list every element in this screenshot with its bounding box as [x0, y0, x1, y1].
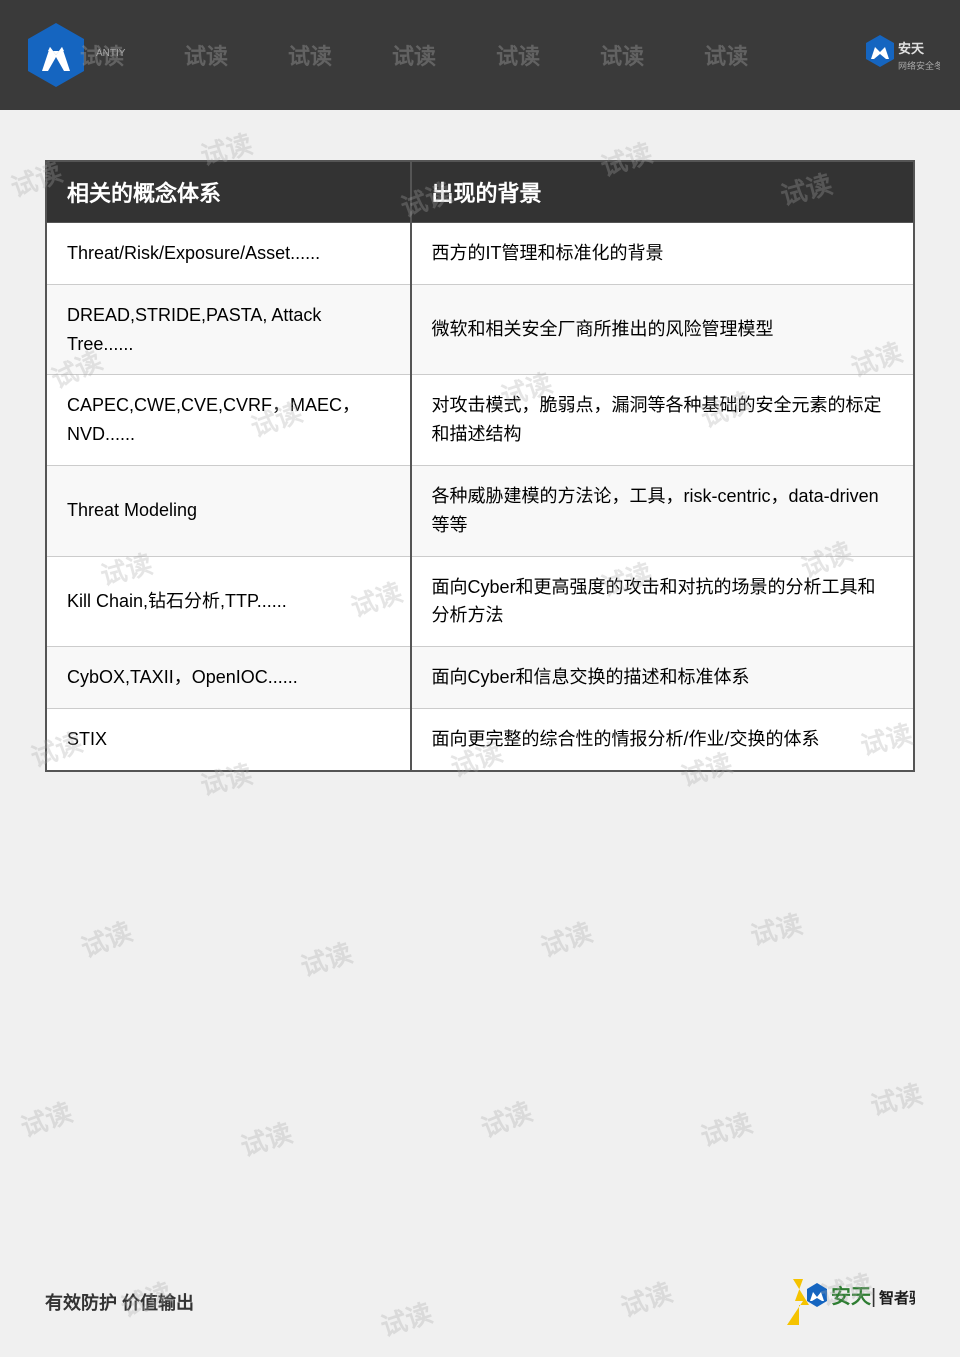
col2-header: 出现的背景: [411, 161, 914, 223]
watermark-text: 试读: [15, 1092, 77, 1145]
watermark-text: 试读: [696, 1103, 757, 1154]
watermark-text: 试读: [75, 912, 137, 966]
watermark-text: 试读: [746, 904, 806, 953]
watermark-text: 试读: [535, 912, 597, 965]
table-cell-left: STIX: [46, 708, 411, 770]
watermark-text: 试读: [866, 1074, 926, 1123]
table-cell-right: 各种威胁建模的方法论，工具，risk-centric，data-driven等等: [411, 465, 914, 556]
concept-table: 相关的概念体系 出现的背景 Threat/Risk/Exposure/Asset…: [45, 160, 915, 772]
table-row: Threat Modeling各种威胁建模的方法论，工具，risk-centri…: [46, 465, 914, 556]
header-right-brand: 安天 网络安全冬训营第四期: [860, 33, 940, 77]
svg-text:网络安全冬训营第四期: 网络安全冬训营第四期: [898, 60, 940, 71]
table-cell-right: 面向Cyber和更高强度的攻击和对抗的场景的分析工具和分析方法: [411, 556, 914, 647]
svg-text:|: |: [871, 1286, 876, 1308]
main-content: 相关的概念体系 出现的背景 Threat/Risk/Exposure/Asset…: [0, 110, 960, 812]
watermark-text: 试读: [475, 1092, 537, 1146]
header-brand-logo-icon: 安天 网络安全冬训营第四期: [860, 33, 940, 77]
footer-tagline: 有效防护 价值输出: [45, 1289, 194, 1315]
table-cell-left: CAPEC,CWE,CVE,CVRF，MAEC，NVD......: [46, 375, 411, 466]
table-cell-left: CybOX,TAXII，OpenIOC......: [46, 647, 411, 709]
footer-brand: 安天 | 智者驱天下: [785, 1277, 915, 1327]
table-row: CAPEC,CWE,CVE,CVRF，MAEC，NVD......对攻击模式，脆…: [46, 375, 914, 466]
watermark-text: 试读: [236, 1113, 297, 1164]
table-cell-left: Threat/Risk/Exposure/Asset......: [46, 223, 411, 285]
table-row: STIX面向更完整的综合性的情报分析/作业/交换的体系: [46, 708, 914, 770]
svg-text:安天: 安天: [898, 41, 925, 56]
table-cell-right: 面向更完整的综合性的情报分析/作业/交换的体系: [411, 708, 914, 770]
table-cell-left: Kill Chain,钻石分析,TTP......: [46, 556, 411, 647]
footer: 有效防护 价值输出 安天 | 智者驱天下: [0, 1277, 960, 1327]
table-cell-right: 西方的IT管理和标准化的背景: [411, 223, 914, 285]
col1-header: 相关的概念体系: [46, 161, 411, 223]
table-row: CybOX,TAXII，OpenIOC......面向Cyber和信息交换的描述…: [46, 647, 914, 709]
table-row: Kill Chain,钻石分析,TTP......面向Cyber和更高强度的攻击…: [46, 556, 914, 647]
table-cell-left: DREAD,STRIDE,PASTA, Attack Tree......: [46, 284, 411, 375]
svg-text:安天: 安天: [831, 1284, 872, 1308]
svg-text:智者驱天下: 智者驱天下: [879, 1289, 915, 1307]
watermark-text: 试读: [296, 933, 357, 984]
table-cell-right: 面向Cyber和信息交换的描述和标准体系: [411, 647, 914, 709]
header-watermarks: 试读 试读 试读 试读 试读 试读 试读: [80, 0, 760, 110]
header: ANTIY 试读 试读 试读 试读 试读 试读 试读 安天 网络安全冬训营第四期: [0, 0, 960, 110]
footer-brand-logo-icon: 安天 | 智者驱天下: [785, 1277, 915, 1327]
table-cell-right: 微软和相关安全厂商所推出的风险管理模型: [411, 284, 914, 375]
table-cell-right: 对攻击模式，脆弱点，漏洞等各种基础的安全元素的标定和描述结构: [411, 375, 914, 466]
table-row: Threat/Risk/Exposure/Asset......西方的IT管理和…: [46, 223, 914, 285]
table-row: DREAD,STRIDE,PASTA, Attack Tree......微软和…: [46, 284, 914, 375]
table-cell-left: Threat Modeling: [46, 465, 411, 556]
